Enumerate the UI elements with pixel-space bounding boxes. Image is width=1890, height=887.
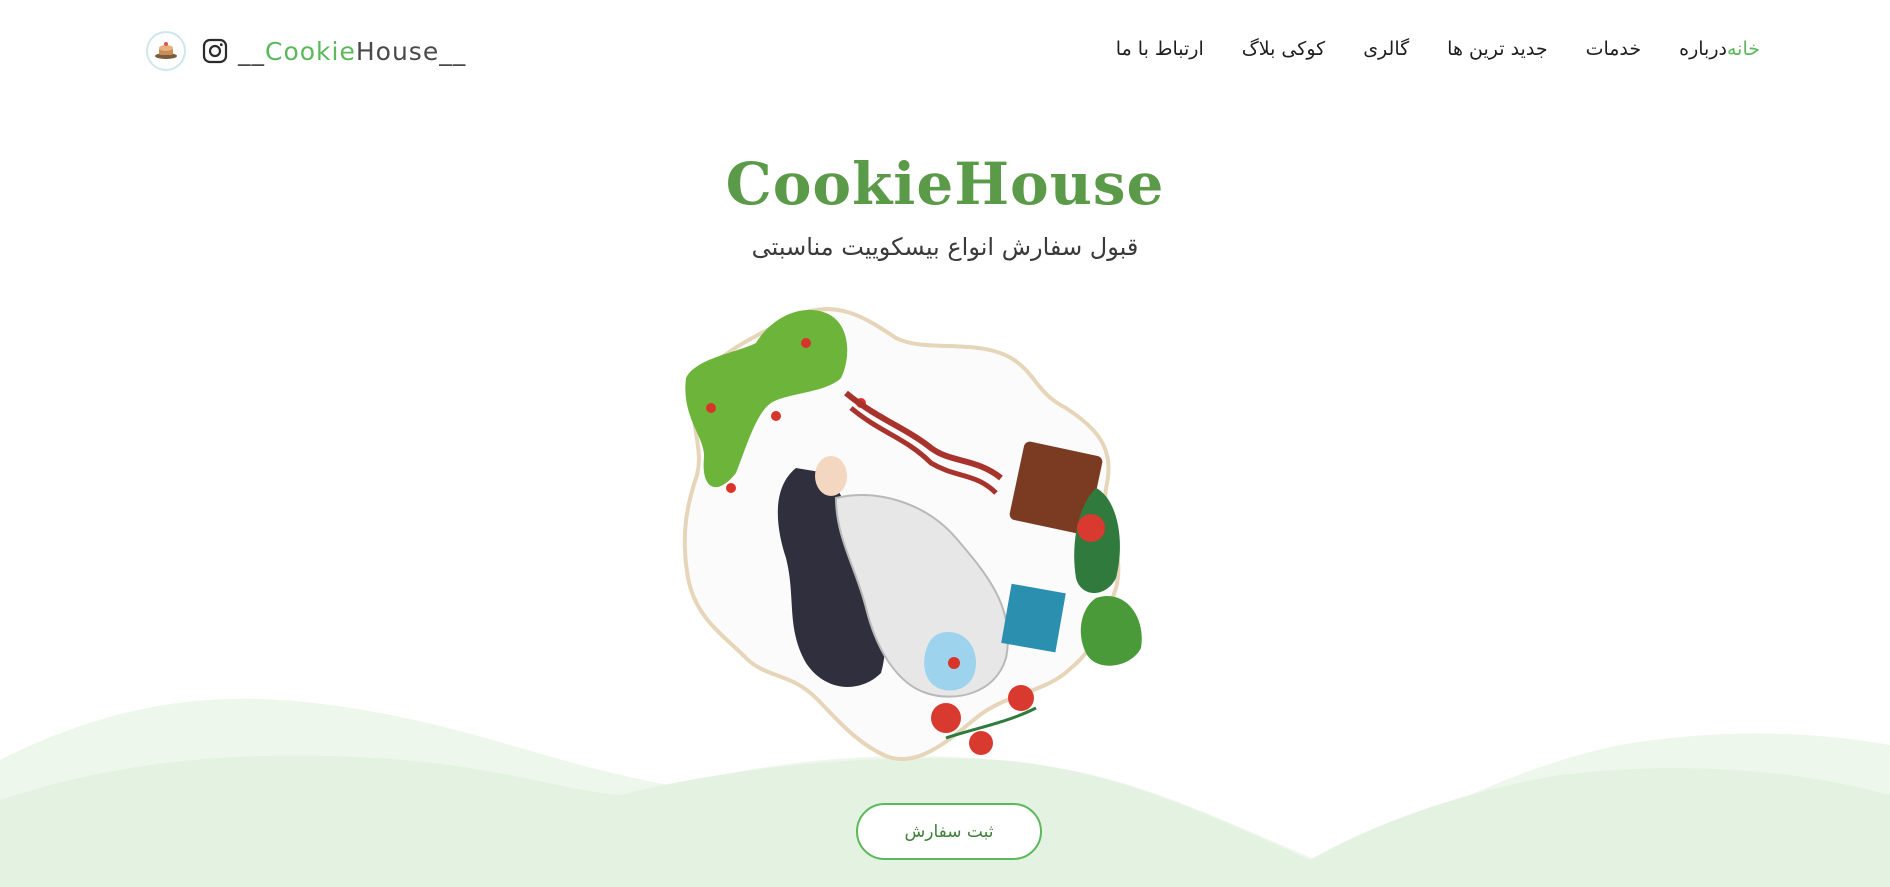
nav-item-home[interactable]: خانه: [1727, 38, 1760, 60]
nav-item-gallery[interactable]: گالری: [1363, 38, 1409, 60]
nav-item-services[interactable]: خدمات: [1586, 38, 1642, 60]
brand: __CookieHouse__: [146, 30, 466, 72]
main-nav: ارتباط با ما کوکی بلاگ گالری جدید ترین ه…: [1078, 38, 1760, 60]
nav-item-newest[interactable]: جدید ترین ها: [1447, 38, 1547, 60]
hero-title: CookieHouse: [725, 150, 1165, 218]
nav-item-about[interactable]: درباره: [1679, 38, 1727, 60]
site-header: __CookieHouse__ ارتباط با ما کوکی بلاگ گ…: [0, 0, 1890, 110]
brand-prefix: __: [238, 36, 265, 66]
nav-item-cookie-blog[interactable]: کوکی بلاگ: [1242, 38, 1325, 60]
brand-rest: House__: [355, 36, 467, 66]
hero-subtitle: قبول سفارش انواع بیسکوییت مناسبتی: [751, 233, 1139, 261]
nav-item-contact[interactable]: ارتباط با ما: [1116, 38, 1204, 60]
decorated-cookie-image: [676, 298, 1196, 768]
brand-highlight: Cookie: [265, 36, 356, 66]
order-button[interactable]: ثبت سفارش: [856, 803, 1042, 860]
instagram-icon[interactable]: [202, 38, 228, 64]
cookie-logo-icon[interactable]: [146, 31, 186, 71]
instagram-handle[interactable]: __CookieHouse__: [238, 37, 466, 66]
